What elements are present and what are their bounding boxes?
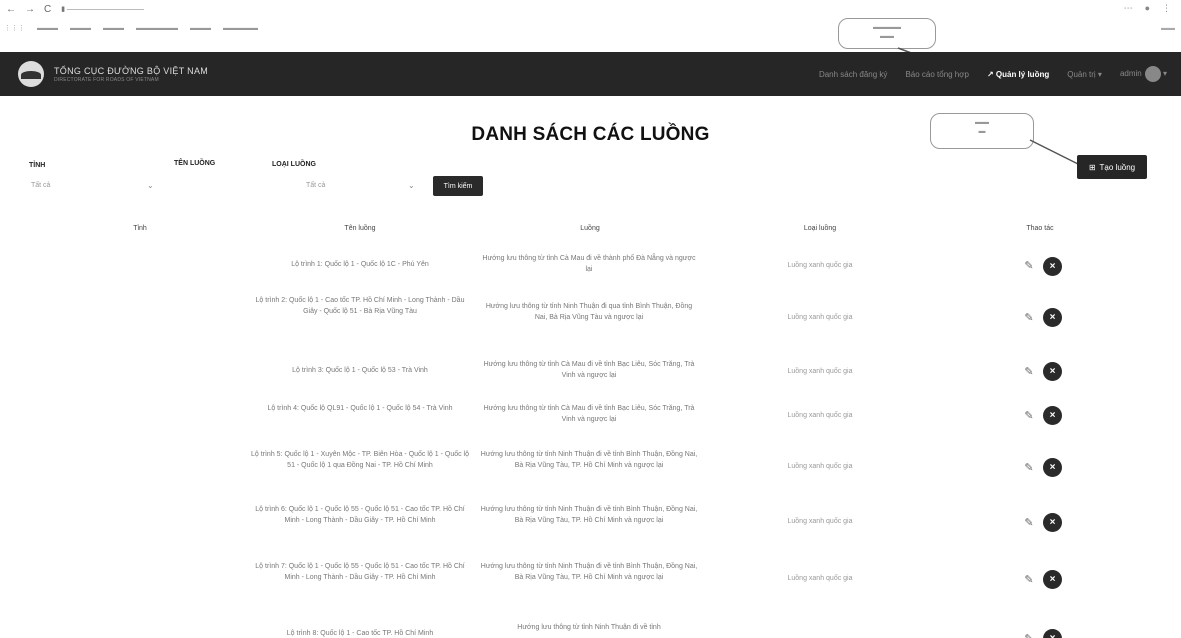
- route-type-label: LOẠI LUỒNG: [272, 161, 316, 168]
- edit-icon[interactable]: ✎: [1022, 311, 1036, 325]
- delete-icon[interactable]: ×: [1043, 308, 1062, 327]
- create-route-button[interactable]: ⊞ Tạo luồng: [1077, 155, 1147, 179]
- search-button[interactable]: Tìm kiếm: [433, 176, 483, 196]
- route-name-cell: Lộ trình 7: Quốc lộ 1 - Quốc lộ 55 - Quố…: [255, 563, 465, 581]
- delete-icon[interactable]: ×: [1043, 629, 1062, 638]
- edit-icon[interactable]: ✎: [1022, 516, 1036, 530]
- route-type-cell: Luồng xanh quốc gia: [787, 575, 853, 582]
- edit-icon[interactable]: ✎: [1022, 461, 1036, 475]
- profile-icon[interactable]: ●: [1145, 3, 1150, 14]
- annotation-callout: ▬▬▬▬ ▬▬: [838, 18, 936, 49]
- bookmark-item[interactable]: ▬▬▬▬▬: [223, 25, 258, 32]
- username: admin: [1119, 69, 1142, 79]
- user-menu[interactable]: admin ▾: [1120, 66, 1167, 82]
- route-desc-cell: Hướng lưu thông từ tỉnh Ninh Thuận đi về…: [480, 451, 698, 469]
- route-desc-cell: Hướng lưu thông từ tỉnh Ninh Thuận đi về…: [517, 624, 661, 631]
- delete-icon[interactable]: ×: [1043, 257, 1062, 276]
- route-name-cell: Lộ trình 5: Quốc lộ 1 - Xuyên Mộc - TP. …: [250, 451, 469, 469]
- route-name-cell: Lộ trình 6: Quốc lộ 1 - Quốc lộ 55 - Quố…: [255, 506, 465, 524]
- menu-icon[interactable]: ⋮: [1162, 3, 1171, 14]
- column-header-route-type: Loại luồng: [803, 225, 837, 232]
- forward-icon[interactable]: →: [25, 4, 35, 15]
- plus-square-icon: ⊞: [1088, 162, 1096, 172]
- delete-icon[interactable]: ×: [1043, 362, 1062, 381]
- extension-icon[interactable]: ⋯: [1124, 3, 1133, 14]
- page-title: DANH SÁCH CÁC LUỒNG: [471, 124, 710, 145]
- route-name-cell: Lộ trình 8: Quốc lộ 1 - Cao tốc TP. Hồ C…: [286, 630, 434, 637]
- route-desc-cell: Hướng lưu thông từ tỉnh Ninh Thuận đi qu…: [485, 303, 693, 321]
- route-type-cell: Luồng xanh quốc gia: [787, 463, 853, 470]
- column-header-route: Luồng: [580, 225, 600, 232]
- browser-toolbar: ← → C ▮ ——————————— ⋯ ● ⋮: [0, 0, 1181, 18]
- nav-menu: Danh sách đăng ký Báo cáo tổng hợp ↗ Quả…: [819, 52, 1167, 96]
- nav-item-label: Quản lý luồng: [995, 69, 1050, 79]
- edit-icon[interactable]: ✎: [1022, 573, 1036, 587]
- bookmark-item[interactable]: ▬▬▬: [103, 25, 124, 32]
- province-select[interactable]: Tất cả: [31, 182, 50, 189]
- bookmark-item[interactable]: ▬▬▬: [37, 25, 58, 32]
- route-desc-cell: Hướng lưu thông từ tỉnh Cà Mau đi về thà…: [482, 255, 696, 273]
- route-desc-cell: Hướng lưu thông từ tỉnh Cà Mau đi về tỉn…: [483, 405, 695, 423]
- reload-icon[interactable]: C: [44, 4, 51, 15]
- route-type-cell: Luồng xanh quốc gia: [787, 368, 853, 375]
- avatar: [1144, 66, 1161, 82]
- nav-item-route-management[interactable]: ↗ Quản lý luồng: [987, 70, 1049, 79]
- bookmark-item[interactable]: ▬▬▬: [190, 25, 211, 32]
- route-name-cell: Lộ trình 1: Quốc lộ 1 - Quốc lộ 1C - Phú…: [291, 261, 429, 268]
- bookmark-item[interactable]: ▬▬▬▬▬▬: [136, 25, 178, 32]
- province-label: TỈNH: [29, 162, 46, 169]
- column-header-route-name: Tên luồng: [344, 225, 376, 232]
- edit-icon[interactable]: ✎: [1022, 409, 1036, 423]
- column-header-province: Tỉnh: [133, 225, 147, 232]
- route-desc-cell: Hướng lưu thông từ tỉnh Ninh Thuận đi về…: [480, 563, 698, 581]
- route-desc-cell: Hướng lưu thông từ tỉnh Ninh Thuận đi về…: [480, 506, 698, 524]
- brand[interactable]: TỔNG CỤC ĐƯỜNG BỘ VIỆT NAM DIRECTORATE F…: [54, 66, 208, 83]
- reading-list[interactable]: ▬▬: [1161, 25, 1175, 32]
- bookmark-item[interactable]: ▬▬▬: [70, 25, 91, 32]
- edit-icon[interactable]: ✎: [1022, 365, 1036, 379]
- nav-item-registrations[interactable]: Danh sách đăng ký: [819, 70, 888, 79]
- delete-icon[interactable]: ×: [1043, 513, 1062, 532]
- route-name-cell: Lộ trình 4: Quốc lộ QL91 - Quốc lộ 1 - Q…: [267, 405, 453, 412]
- route-type-cell: Luồng xanh quốc gia: [787, 314, 853, 321]
- route-name-cell: Lộ trình 2: Quốc lộ 1 - Cao tốc TP. Hồ C…: [255, 297, 465, 315]
- route-type-select[interactable]: Tất cả: [306, 182, 325, 189]
- column-header-actions: Thao tác: [1026, 225, 1054, 232]
- top-navbar: TỔNG CỤC ĐƯỜNG BỘ VIỆT NAM DIRECTORATE F…: [0, 52, 1181, 96]
- route-type-cell: Luồng xanh quốc gia: [787, 262, 853, 269]
- delete-icon[interactable]: ×: [1043, 458, 1062, 477]
- browser-actions: ⋯ ● ⋮: [1124, 3, 1171, 14]
- route-type-cell: Luồng xanh quốc gia: [787, 412, 853, 419]
- logo[interactable]: [18, 61, 44, 87]
- bookmarks-bar: ⋮⋮⋮ ▬▬▬ ▬▬▬ ▬▬▬ ▬▬▬▬▬▬ ▬▬▬ ▬▬▬▬▬ ▬▬: [0, 20, 1181, 36]
- chevron-down-icon[interactable]: ⌄: [147, 181, 154, 190]
- nav-item-label: Quản trị: [1067, 69, 1096, 79]
- route-name-cell: Lộ trình 3: Quốc lộ 1 - Quốc lộ 53 - Trà…: [292, 367, 428, 374]
- route-desc-cell: Hướng lưu thông từ tỉnh Cà Mau đi về tỉn…: [483, 361, 695, 379]
- nav-item-admin-settings[interactable]: Quản trị ▾: [1067, 70, 1102, 79]
- nav-item-reports[interactable]: Báo cáo tổng hợp: [905, 70, 969, 79]
- button-label: Tạo luồng: [1099, 162, 1136, 172]
- delete-icon[interactable]: ×: [1043, 570, 1062, 589]
- apps-icon[interactable]: ⋮⋮⋮: [4, 24, 25, 32]
- back-icon[interactable]: ←: [6, 4, 16, 15]
- delete-icon[interactable]: ×: [1043, 406, 1062, 425]
- brand-title: TỔNG CỤC ĐƯỜNG BỘ VIỆT NAM: [54, 65, 209, 76]
- edit-icon[interactable]: ✎: [1022, 259, 1036, 273]
- route-type-cell: Luồng xanh quốc gia: [787, 518, 853, 525]
- edit-icon[interactable]: ✎: [1022, 632, 1036, 638]
- chevron-down-icon[interactable]: ⌄: [408, 181, 415, 190]
- address-bar[interactable]: ▮ ———————————: [61, 5, 144, 13]
- brand-subtitle: DIRECTORATE FOR ROADS OF VIETNAM: [54, 76, 159, 83]
- browser-nav: ← → C: [6, 4, 51, 15]
- route-name-label: TÊN LUỒNG: [174, 160, 216, 167]
